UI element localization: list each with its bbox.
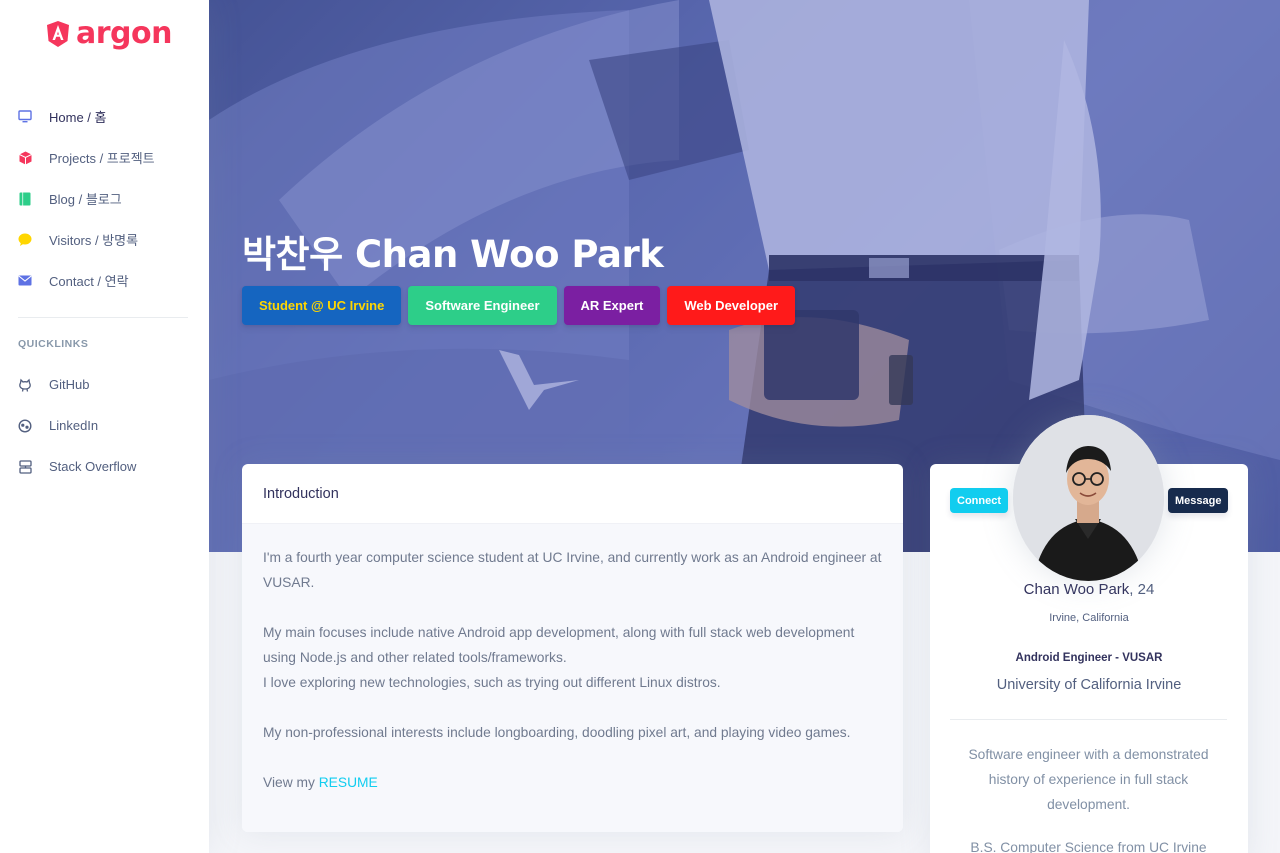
badge-software-engineer[interactable]: Software Engineer: [408, 286, 557, 325]
introduction-card: Introduction I'm a fourth year computer …: [242, 464, 903, 832]
chat-bubble-icon: [18, 233, 32, 247]
quicklink-label: Stack Overflow: [49, 459, 137, 474]
sidebar-item-label: Blog / 블로그: [49, 192, 122, 207]
sidebar-item-visitors[interactable]: Visitors / 방명록: [0, 219, 209, 260]
resume-prefix: View my: [263, 775, 319, 790]
resume-line: View my RESUME: [263, 770, 882, 795]
sidebar-item-blog[interactable]: Blog / 블로그: [0, 178, 209, 219]
quicklink-label: GitHub: [49, 377, 90, 392]
sidebar-item-label: Visitors / 방명록: [49, 233, 139, 248]
profile-photo: [1013, 415, 1164, 581]
quicklink-stack-overflow[interactable]: Stack Overflow: [0, 446, 209, 487]
profile-degree: B.S. Computer Science from UC Irvine: [970, 840, 1207, 853]
introduction-body: I'm a fourth year computer science stude…: [242, 524, 903, 832]
profile-name-line: Chan Woo Park, 24: [930, 581, 1248, 598]
sidebar-divider: [18, 317, 188, 318]
angular-logo-icon: [47, 20, 69, 47]
mail-icon: [18, 274, 32, 288]
stack-overflow-icon: [18, 459, 32, 474]
quicklink-label: LinkedIn: [49, 418, 99, 433]
profile-age: , 24: [1129, 581, 1155, 598]
badge-ar-expert[interactable]: AR Expert: [563, 286, 661, 325]
quicklink-linkedin[interactable]: LinkedIn: [0, 405, 209, 446]
profile-location: Irvine, California: [1049, 612, 1129, 624]
quicklinks-heading: QUICKLINKS: [18, 338, 89, 350]
sidebar-item-contact[interactable]: Contact / 연락: [0, 260, 209, 301]
intro-paragraph: My non-professional interests include lo…: [263, 725, 851, 740]
profile-job-title: Android Engineer - VUSAR: [1015, 652, 1163, 664]
profile-school: University of California Irvine: [996, 677, 1182, 693]
profile-name: Chan Woo Park: [1023, 581, 1130, 598]
resume-link[interactable]: RESUME: [319, 775, 378, 790]
sidebar-item-label: Contact / 연락: [49, 274, 129, 289]
sidebar-nav: Home / 홈 Projects / 프로젝트 Blog / 블로그 Visi…: [0, 96, 209, 301]
sidebar-item-projects[interactable]: Projects / 프로젝트: [0, 137, 209, 178]
sidebar: argon Home / 홈 Projects / 프로젝트 Blog / 블로…: [0, 0, 209, 853]
profile-divider: [950, 719, 1227, 720]
quicklink-github[interactable]: GitHub: [0, 364, 209, 405]
quicklinks-nav: GitHub LinkedIn Stack Overflow: [0, 364, 209, 487]
sidebar-item-label: Projects / 프로젝트: [49, 151, 155, 166]
introduction-title: Introduction: [242, 464, 903, 524]
intro-text: I love exploring new technologies, such …: [263, 675, 721, 690]
sidebar-item-label: Home / 홈: [49, 110, 107, 125]
intro-paragraph: I'm a fourth year computer science stude…: [263, 550, 882, 590]
book-icon: [18, 192, 32, 206]
message-button[interactable]: Message: [1168, 488, 1229, 513]
brand-name: argon: [76, 16, 172, 51]
badge-student[interactable]: Student @ UC Irvine: [242, 286, 402, 325]
hero-title: 박찬우 Chan Woo Park: [242, 233, 664, 276]
badge-web-developer[interactable]: Web Developer: [667, 286, 796, 325]
brand-logo[interactable]: argon: [46, 16, 172, 51]
badge-list: Student @ UC Irvine Software Engineer AR…: [242, 286, 796, 325]
intro-text: My main focuses include native Android a…: [263, 625, 855, 665]
cube-icon: [18, 151, 32, 165]
tv-icon: [18, 110, 32, 124]
intro-paragraph: My main focuses include native Android a…: [263, 620, 882, 695]
connect-button[interactable]: Connect: [950, 488, 1008, 513]
profile-summary: Software engineer with a demonstrated hi…: [968, 747, 1209, 812]
sidebar-item-home[interactable]: Home / 홈: [0, 96, 209, 137]
avatar: [1013, 415, 1164, 581]
github-icon: [18, 378, 32, 392]
linkedin-icon: [18, 418, 32, 433]
